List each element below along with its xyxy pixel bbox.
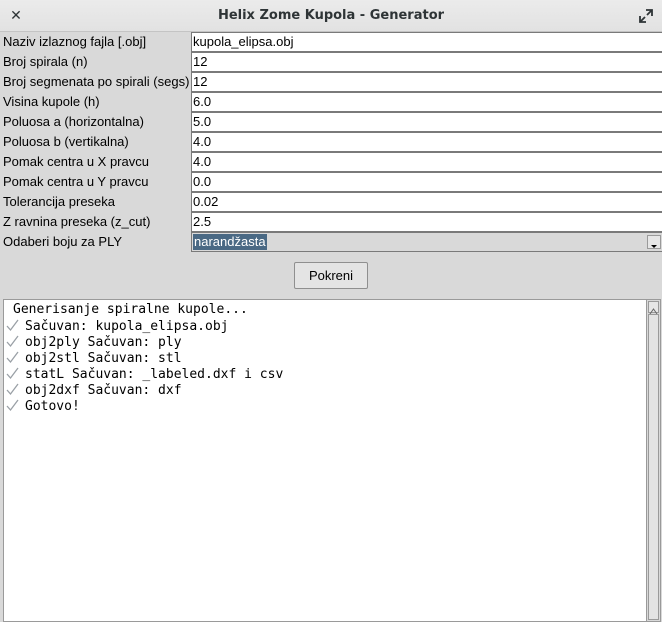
run-button[interactable]: Pokreni [294,262,368,289]
log-line-text: Gotovo! [25,399,80,414]
app-window: ✕ Helix Zome Kupola - Generator Naziv iz… [0,0,662,622]
tolerance-input[interactable]: 0.02 [191,192,662,212]
offset-x-label: Pomak centra u X pravcu [3,154,149,169]
dome-height-label: Visina kupole (h) [3,94,100,109]
chevron-down-icon[interactable] [647,235,661,249]
field-row-z-cut: Z ravnina preseka (z_cut) 2.5 [0,212,662,232]
field-row-output-file: Naziv izlaznog fajla [.obj] kupola_elips… [0,32,662,52]
check-icon [6,382,19,396]
offset-y-label: Pomak centra u Y pravcu [3,174,149,189]
tolerance-label: Tolerancija preseka [3,194,116,209]
maximize-icon[interactable] [636,6,656,26]
log-line-text: obj2ply Sačuvan: ply [25,335,182,350]
log-line: obj2stl Sačuvan: stl [6,350,182,366]
title-bar[interactable]: ✕ Helix Zome Kupola - Generator [0,0,662,32]
output-log[interactable]: Generisanje spiralne kupole... Sačuvan: … [3,299,647,622]
field-row-dome-height: Visina kupole (h) 6.0 [0,92,662,112]
check-icon [6,366,19,380]
segments-label: Broj segmenata po spirali (segs) [3,74,190,89]
semi-axis-b-label: Poluosa b (vertikalna) [3,134,129,149]
semi-axis-b-input[interactable]: 4.0 [191,132,662,152]
ply-color-label: Odaberi boju za PLY [3,234,122,249]
log-line: Gotovo! [6,398,80,414]
field-row-spiral-count: Broj spirala (n) 12 [0,52,662,72]
log-line: obj2ply Sačuvan: ply [6,334,182,350]
z-cut-input[interactable]: 2.5 [191,212,662,232]
check-icon [6,334,19,348]
field-row-offset-y: Pomak centra u Y pravcu 0.0 [0,172,662,192]
spiral-count-label: Broj spirala (n) [3,54,88,69]
log-line-text: obj2stl Sačuvan: stl [25,351,182,366]
log-line-text: Generisanje spiralne kupole... [13,302,248,317]
offset-x-input[interactable]: 4.0 [191,152,662,172]
semi-axis-a-input[interactable]: 5.0 [191,112,662,132]
log-line: Sačuvan: kupola_elipsa.obj [6,318,229,334]
offset-y-input[interactable]: 0.0 [191,172,662,192]
check-icon [6,398,19,412]
field-row-offset-x: Pomak centra u X pravcu 4.0 [0,152,662,172]
ply-color-selected-value: narandžasta [193,234,267,250]
field-row-semi-axis-a: Poluosa a (horizontalna) 5.0 [0,112,662,132]
field-row-semi-axis-b: Poluosa b (vertikalna) 4.0 [0,132,662,152]
spiral-count-input[interactable]: 12 [191,52,662,72]
log-line-text: obj2dxf Sačuvan: dxf [25,383,182,398]
field-row-segments: Broj segmenata po spirali (segs) 12 [0,72,662,92]
semi-axis-a-label: Poluosa a (horizontalna) [3,114,144,129]
log-line-text: Sačuvan: kupola_elipsa.obj [25,319,229,334]
log-line-text: statL Sačuvan: _labeled.dxf i csv [25,367,284,382]
output-file-input[interactable]: kupola_elipsa.obj [191,32,662,52]
scroll-thumb[interactable] [648,314,659,620]
window-title: Helix Zome Kupola - Generator [217,8,445,23]
ply-color-select[interactable]: narandžasta [191,232,662,252]
scroll-up-icon[interactable] [648,301,659,315]
check-icon [6,350,19,364]
output-file-label: Naziv izlaznog fajla [.obj] [3,34,147,49]
segments-input[interactable]: 12 [191,72,662,92]
field-row-ply-color: Odaberi boju za PLY narandžasta [0,232,662,252]
field-row-tolerance: Tolerancija preseka 0.02 [0,192,662,212]
log-line: Generisanje spiralne kupole... [13,302,248,318]
check-icon [6,318,19,332]
dome-height-input[interactable]: 6.0 [191,92,662,112]
z-cut-label: Z ravnina preseka (z_cut) [3,214,151,229]
log-line: obj2dxf Sačuvan: dxf [6,382,182,398]
output-scrollbar[interactable] [647,299,661,622]
log-line: statL Sačuvan: _labeled.dxf i csv [6,366,283,382]
